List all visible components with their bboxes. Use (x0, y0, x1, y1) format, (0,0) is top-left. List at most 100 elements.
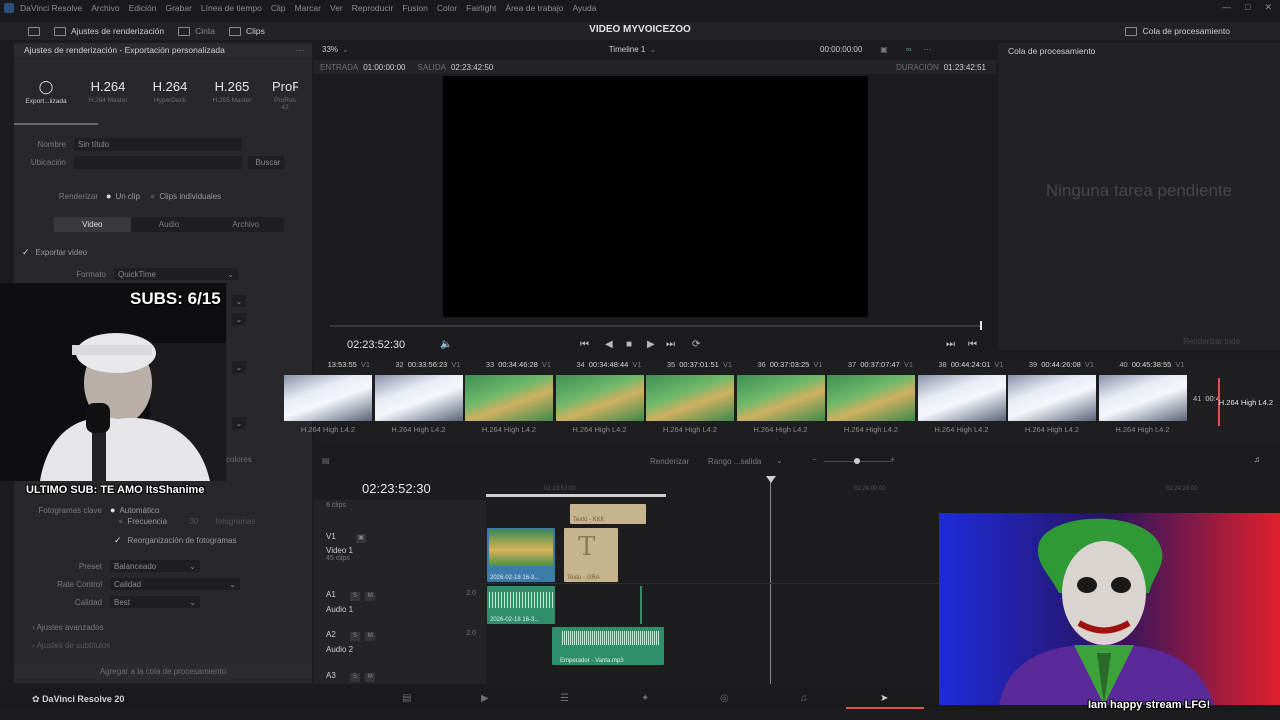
text-clip-gra[interactable]: T Texto - GRA (564, 528, 618, 582)
zoom-select[interactable]: 33% (322, 45, 338, 54)
type-select[interactable]: ⌄ (232, 313, 246, 325)
clip-thumbnail-item[interactable]: 34 00:34:48:44 V1 H.264 High L4.2 (555, 360, 644, 440)
clip-thumbnail-item[interactable]: 33 00:34:46:28 V1 H.264 High L4.2 (465, 360, 553, 440)
volume-icon[interactable]: 🔈 (440, 339, 452, 350)
codec-select[interactable]: ⌄ (232, 295, 246, 307)
salida-value[interactable]: 02:23:42:50 (451, 63, 493, 72)
fusion-page-icon[interactable]: ✦ (641, 693, 649, 704)
menu-archivo[interactable]: Archivo (91, 3, 119, 13)
close-icon[interactable]: ✕ (1264, 2, 1272, 13)
play-reverse-icon[interactable]: ◀ (605, 339, 613, 350)
clip-thumbnail-item[interactable]: 4100:45:41:17V1H.264 High L4.2 (1189, 360, 1277, 440)
add-to-queue-button[interactable]: Agregar a la cola de procesamiento (14, 664, 312, 679)
clips-button[interactable]: Clips (228, 26, 265, 36)
playhead-marker-icon[interactable] (766, 476, 776, 483)
preset-custom[interactable]: ◯ Export...lizada (24, 79, 68, 111)
cut-page-icon[interactable]: ▶ (481, 693, 489, 704)
menu-app[interactable]: DaVinci Resolve (20, 3, 82, 13)
link-icon[interactable]: ∞ (906, 45, 912, 54)
tab-archivo[interactable]: Archivo (207, 217, 284, 232)
clip-thumbnail-item[interactable]: 36 00:37:03:25 V1 H.264 High L4.2 (736, 360, 825, 440)
frequency-input[interactable]: 30 (189, 517, 215, 526)
scrubber-playhead[interactable] (980, 321, 982, 330)
entrada-value[interactable]: 01:00:00:00 (363, 63, 405, 72)
menu-edicion[interactable]: Edición (129, 3, 157, 13)
name-input[interactable]: Sin título (74, 137, 242, 151)
queue-toggle-button[interactable]: Cola de procesamiento (1124, 26, 1230, 36)
one-clip-radio[interactable]: ● (106, 191, 111, 201)
preset-select[interactable]: Balanceado ⌄ (110, 560, 200, 572)
track-a2-solo-icon[interactable]: S (350, 632, 361, 641)
viewer-scrubber[interactable] (330, 321, 982, 330)
go-to-out-icon[interactable]: ⏭ (946, 339, 955, 350)
menu-grabar[interactable]: Grabar (165, 3, 191, 13)
audio2-clip[interactable]: Emperador - Vanta.mp3 (552, 627, 664, 665)
audio1-clip[interactable]: 2026-02-18 16-3... (487, 586, 555, 624)
frequency-radio[interactable]: ● (118, 516, 123, 526)
edit-page-icon[interactable]: ☰ (560, 693, 569, 704)
play-icon[interactable]: ▶ (647, 339, 655, 350)
subtitle-settings-toggle[interactable]: › Ajustes de subtítulos (32, 641, 312, 650)
video-viewer[interactable] (443, 76, 868, 317)
color-page-icon[interactable]: ◎ (720, 693, 729, 704)
tab-video[interactable]: Video (54, 217, 131, 232)
render-settings-button[interactable]: Ajustes de renderización (54, 26, 164, 36)
deliver-page-icon[interactable]: ➤ (880, 693, 888, 704)
preset-h265-master[interactable]: H.265 H.265 Master (210, 79, 254, 111)
preset-hyperdeck[interactable]: H.264 HyperDeck (148, 79, 192, 111)
clip-thumbnail-item[interactable]: 35 00:37:01:51 V1 H.264 High L4.2 (646, 360, 734, 440)
track-a1-mute-icon[interactable]: M (365, 592, 376, 601)
timeline-playhead[interactable] (770, 476, 771, 684)
clip-thumbnail-item[interactable]: 40 00:45:38:55 V1 H.264 High L4.2 (1098, 360, 1187, 440)
quality-select[interactable]: Best ⌄ (110, 596, 200, 608)
track-a1-solo-icon[interactable]: S (350, 592, 361, 601)
clip-thumbnail-item[interactable]: 32 00:33:56:23 V1 H.264 High L4.2 (374, 360, 463, 440)
maximize-icon[interactable]: □ (1245, 2, 1250, 13)
reorder-checkbox[interactable]: ✓ (114, 535, 122, 546)
stop-icon[interactable]: ■ (626, 339, 632, 350)
menu-ver[interactable]: Ver (330, 3, 343, 13)
zoom-slider-handle[interactable] (854, 458, 860, 464)
minimize-icon[interactable]: — (1222, 2, 1231, 13)
audio1-marker[interactable] (640, 586, 642, 624)
loop-icon[interactable]: ⟳ (692, 339, 700, 350)
browse-button[interactable]: Buscar (248, 155, 284, 169)
menu-clip[interactable]: Clip (271, 3, 286, 13)
viewer-timecode[interactable]: 00:00:00:00 (820, 45, 862, 54)
video-clip[interactable]: 2026-02-18 16-3... (487, 528, 555, 582)
rate-control-select[interactable]: Calidad ⌄ (110, 578, 240, 590)
zoom-in-icon[interactable]: + (890, 455, 895, 464)
clip-thumbnail-item[interactable]: 13:53:55 V1 H.264 High L4.2 (284, 360, 372, 440)
render-range-bar[interactable] (486, 494, 666, 497)
menu-color[interactable]: Color (437, 3, 457, 13)
menu-reproducir[interactable]: Reproducir (352, 3, 394, 13)
more-options-icon[interactable]: ⋯ (924, 45, 932, 54)
fairlight-page-icon[interactable]: ♫ (800, 693, 808, 704)
viewer-options-icon[interactable]: ▣ (880, 45, 888, 54)
cinta-button[interactable]: Cinta (178, 26, 215, 36)
menu-marcar[interactable]: Marcar (295, 3, 321, 13)
menu-fusion[interactable]: Fusion (402, 3, 428, 13)
track-v1-toggle-icon[interactable]: ▣ (356, 534, 367, 543)
render-all-button[interactable]: Renderizar todo (1183, 337, 1240, 346)
framerate-select[interactable]: ⌄ (232, 417, 246, 429)
audio-meter-icon[interactable]: ♫ (1254, 455, 1260, 464)
skip-forward-icon[interactable]: ⏭ (666, 339, 675, 350)
render-range-select[interactable]: Rango ...salida (708, 457, 761, 466)
title-clip-kkk[interactable]: Texto - KKK (570, 504, 646, 524)
preset-h264-master[interactable]: H.264 H.264 Master (86, 79, 130, 111)
tab-audio[interactable]: Audio (131, 217, 208, 232)
menu-linea-tiempo[interactable]: Línea de tiempo (201, 3, 262, 13)
menu-area-trabajo[interactable]: Área de trabajo (505, 3, 563, 13)
skip-back-icon[interactable]: ⏮ (580, 339, 589, 350)
preset-prores[interactable]: ProR ProRes 42 (272, 79, 298, 111)
menu-ayuda[interactable]: Ayuda (573, 3, 597, 13)
advanced-settings-toggle[interactable]: › Ajustes avanzados (32, 623, 312, 632)
more-options-icon[interactable]: ⋯ (296, 45, 305, 56)
zoom-out-icon[interactable]: − (812, 455, 817, 464)
keyframes-auto-radio[interactable]: ● (110, 505, 115, 515)
location-input[interactable] (74, 155, 242, 169)
track-a3-solo-icon[interactable]: S (350, 673, 361, 682)
timeline-options-icon[interactable]: ▤ (322, 456, 330, 465)
track-a2-mute-icon[interactable]: M (365, 632, 376, 641)
